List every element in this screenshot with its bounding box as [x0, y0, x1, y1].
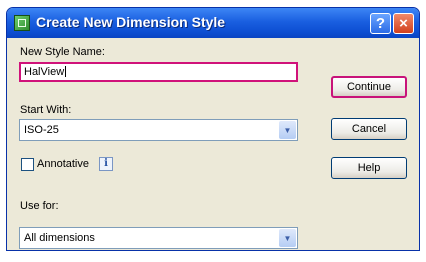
title-help-button[interactable]: ?: [370, 13, 391, 34]
start-with-dropdown[interactable]: ISO-25 ▼: [19, 119, 298, 141]
title-bar[interactable]: Create New Dimension Style ? ×: [7, 8, 419, 38]
start-with-label: Start With:: [20, 104, 72, 116]
text-caret: [65, 66, 67, 77]
use-for-value: All dimensions: [24, 232, 95, 244]
new-style-name-input[interactable]: HalView: [19, 62, 298, 82]
start-with-value: ISO-25: [24, 124, 59, 136]
dimension-style-app-icon: [14, 15, 30, 31]
dialog-title: Create New Dimension Style: [36, 14, 226, 30]
use-for-dropdown[interactable]: All dimensions ▼: [19, 227, 298, 249]
info-icon[interactable]: i: [99, 157, 113, 171]
title-close-button[interactable]: ×: [393, 13, 414, 34]
cancel-button[interactable]: Cancel: [331, 118, 407, 140]
continue-button[interactable]: Continue: [331, 76, 407, 98]
create-dimension-style-dialog: Create New Dimension Style ? × New Style…: [6, 7, 420, 251]
help-button[interactable]: Help: [331, 157, 407, 179]
annotative-label[interactable]: Annotative: [37, 158, 89, 170]
new-style-name-value: HalView: [24, 66, 65, 78]
annotative-checkbox[interactable]: [21, 158, 34, 171]
chevron-down-icon[interactable]: ▼: [279, 121, 296, 139]
chevron-down-icon[interactable]: ▼: [279, 229, 296, 247]
new-style-name-label: New Style Name:: [20, 46, 105, 58]
use-for-label: Use for:: [20, 200, 59, 212]
